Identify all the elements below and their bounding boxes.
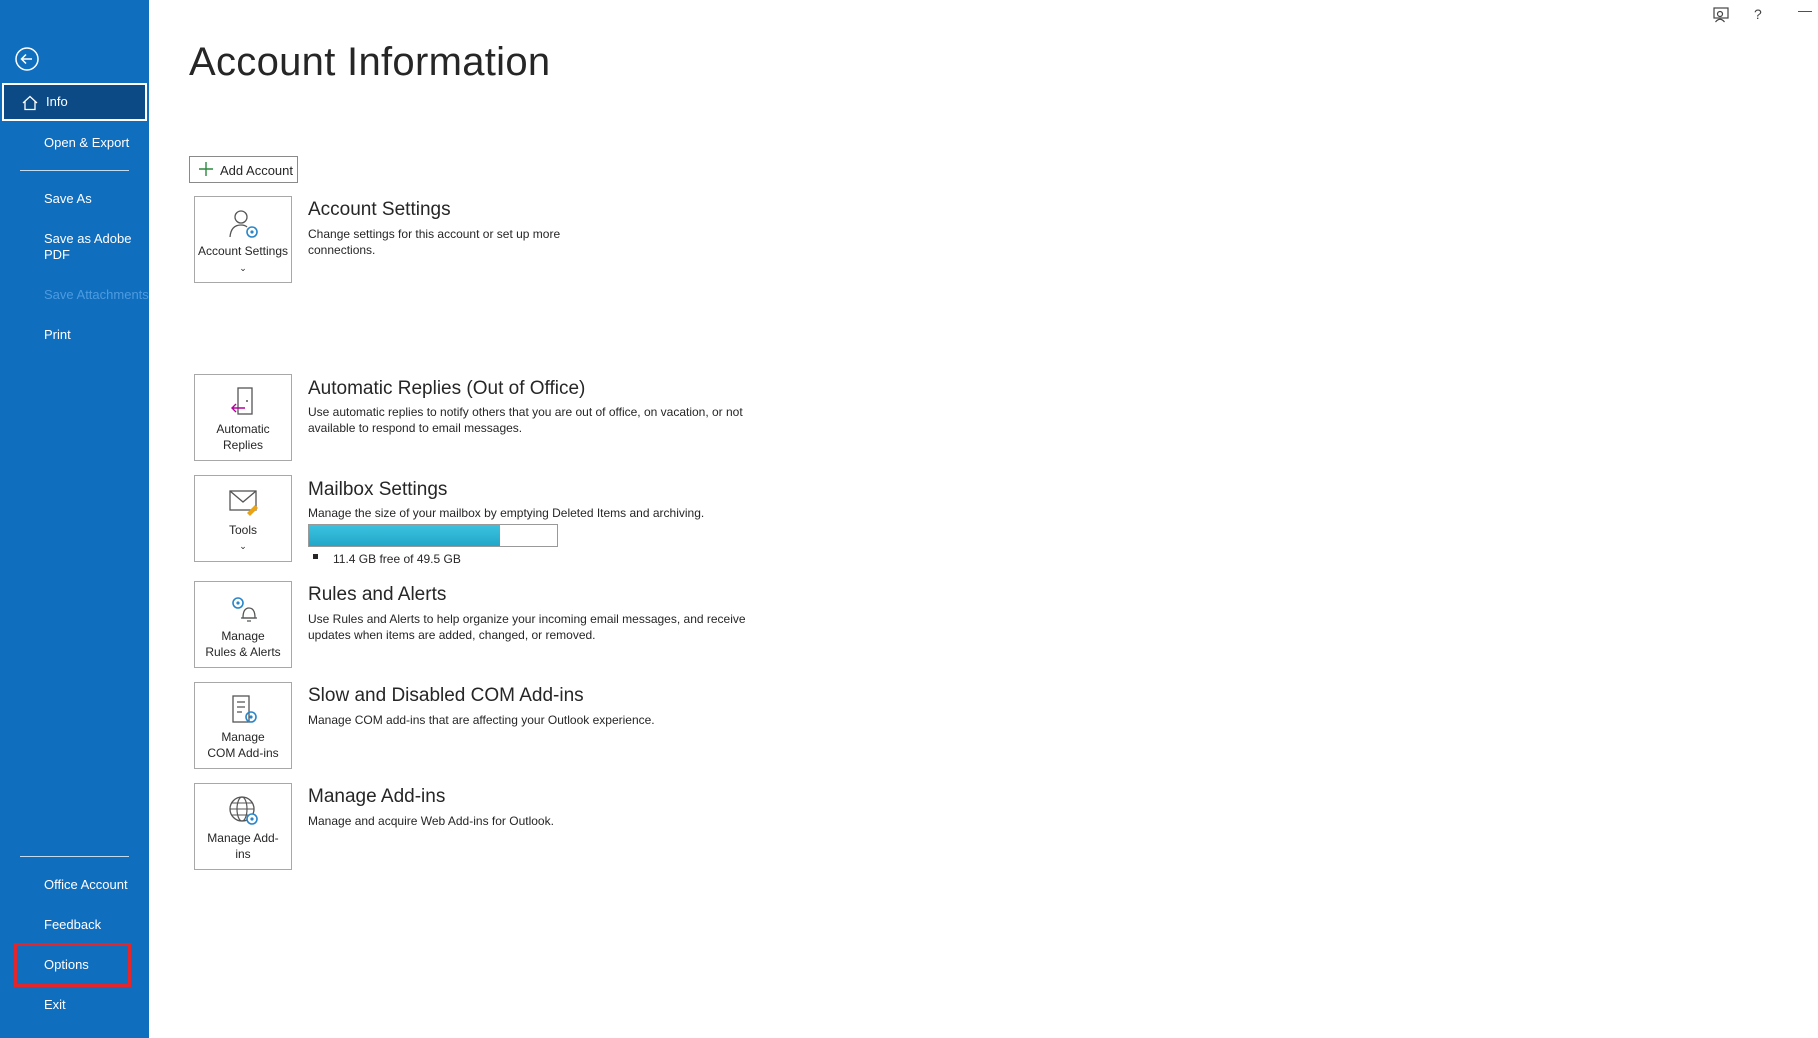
mailbox-usage-bar	[308, 524, 558, 547]
section-description: Use Rules and Alerts to help organize yo…	[308, 612, 746, 642]
manage-com-addins-button[interactable]: Manage COM Add-ins	[194, 682, 292, 769]
bullet	[313, 554, 318, 559]
plus-icon	[199, 162, 213, 176]
sidebar-item-label: Exit	[44, 997, 66, 1012]
tile-label: Manage Add-ins	[207, 831, 279, 861]
manage-rules-alerts-button[interactable]: Manage Rules & Alerts	[194, 581, 292, 668]
sidebar-divider	[20, 170, 129, 171]
sidebar-item-label: Office Account	[44, 877, 128, 892]
section-title: Slow and Disabled COM Add-ins	[308, 685, 584, 706]
sidebar-item-label: Save As	[44, 191, 92, 206]
section-description: Manage and acquire Web Add-ins for Outlo…	[308, 814, 554, 828]
back-arrow-icon[interactable]	[14, 46, 40, 72]
automatic-replies-button[interactable]: Automatic Replies	[194, 374, 292, 461]
sidebar-item-label: Info	[46, 94, 68, 109]
section-title: Rules and Alerts	[308, 584, 447, 605]
tile-label: Tools ⌄	[195, 522, 291, 554]
sidebar-item-label: Options	[44, 957, 89, 972]
sidebar-item-label: Print	[44, 327, 71, 342]
chevron-down-icon: ⌄	[239, 263, 247, 273]
tile-label: Manage Rules & Alerts	[205, 629, 281, 659]
section-description: Manage COM add-ins that are affecting yo…	[308, 713, 655, 727]
sidebar-item-label: Save as Adobe PDF	[44, 231, 132, 262]
add-account-label: Add Account	[220, 163, 293, 178]
help-icon[interactable]: ?	[1754, 6, 1762, 22]
mailbox-storage-text: 11.4 GB free of 49.5 GB	[333, 552, 461, 566]
mailbox-tools-button[interactable]: Tools ⌄	[194, 475, 292, 562]
section-title: Automatic Replies (Out of Office)	[308, 378, 586, 399]
manage-addins-button[interactable]: Manage Add-ins	[194, 783, 292, 870]
backstage-sidebar: Info Open & Export Save As Save as Adobe…	[0, 0, 149, 1038]
section-description: Use automatic replies to notify others t…	[308, 405, 743, 435]
section-description: Change settings for this account or set …	[308, 227, 561, 257]
mailbox-usage-fill	[309, 525, 500, 546]
mailbox-tools-icon	[229, 490, 258, 516]
tile-label: Manage COM Add-ins	[207, 730, 279, 760]
com-addins-icon	[232, 695, 257, 723]
account-settings-button[interactable]: Account Settings ⌄	[194, 196, 292, 283]
section-description: Manage the size of your mailbox by empty…	[308, 506, 705, 520]
automatic-replies-icon	[231, 387, 253, 415]
account-settings-icon	[229, 210, 258, 238]
tile-label: Automatic Replies	[216, 422, 270, 452]
sidebar-divider	[20, 856, 129, 857]
section-title: Mailbox Settings	[308, 479, 448, 500]
web-addins-icon	[229, 796, 258, 825]
section-title: Manage Add-ins	[308, 786, 446, 807]
section-title: Account Settings	[308, 199, 451, 220]
add-account-button[interactable]: Add Account	[189, 156, 298, 183]
tile-label: Account Settings ⌄	[197, 244, 289, 273]
sidebar-item-label: Open & Export	[44, 135, 130, 150]
sidebar-item-label: Save Attachments	[44, 287, 149, 302]
feedback-person-icon[interactable]	[1712, 6, 1730, 24]
rules-alerts-icon	[232, 597, 257, 622]
sidebar-item-label: Feedback	[44, 917, 102, 932]
page-title: Account Information	[189, 40, 551, 84]
home-icon	[22, 95, 38, 111]
minimize-icon[interactable]: —	[1798, 2, 1812, 18]
sidebar-item-info[interactable]: Info	[2, 83, 147, 121]
chevron-down-icon: ⌄	[239, 541, 247, 551]
